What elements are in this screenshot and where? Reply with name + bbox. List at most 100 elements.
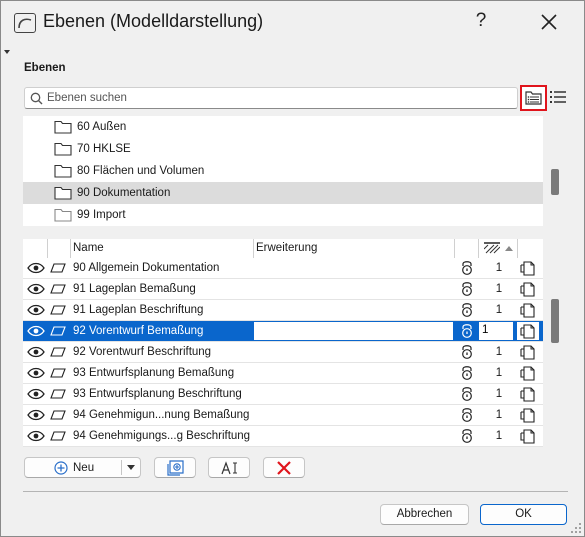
app-icon (14, 13, 36, 33)
layer-name: 94 Genehmigungs...g Beschriftung (73, 430, 251, 442)
lock-icon[interactable] (460, 428, 474, 443)
wireframe-solid-icon[interactable] (520, 303, 535, 318)
split-separator (121, 460, 122, 475)
new-layer-button[interactable]: Neu (24, 457, 141, 478)
folder-icon (54, 186, 72, 200)
folder-item[interactable]: 60 Außen (23, 116, 543, 138)
header-lock[interactable] (455, 239, 479, 258)
cancel-button[interactable]: Abbrechen (380, 504, 469, 525)
table-row[interactable]: 90 Allgemein Dokumentation 1 (23, 258, 543, 279)
eye-icon[interactable] (27, 367, 45, 379)
layer-name: 93 Entwurfsplanung Beschriftung (73, 388, 242, 400)
intersection-group-number[interactable]: 1 (491, 283, 507, 295)
folder-item[interactable]: 80 Flächen und Volumen (23, 160, 543, 182)
resize-grip-icon[interactable] (570, 522, 582, 534)
wireframe-solid-icon[interactable] (520, 324, 535, 339)
folder-label: 99 Import (77, 209, 126, 221)
add-to-folder-icon (167, 460, 184, 476)
eye-icon[interactable] (27, 262, 45, 274)
intersection-group-number[interactable]: 1 (491, 409, 507, 421)
search-icon (30, 92, 43, 105)
extension-field[interactable] (254, 322, 453, 340)
table-row[interactable]: 91 Lageplan Beschriftung 1 (23, 300, 543, 321)
chevron-down-icon[interactable] (127, 465, 135, 470)
lock-icon[interactable] (460, 281, 474, 296)
header-pen[interactable] (518, 239, 543, 258)
help-button[interactable]: ? (471, 10, 491, 32)
intersection-group-number[interactable]: 1 (491, 430, 507, 442)
wireframe-solid-icon[interactable] (520, 261, 535, 276)
list-icon (550, 91, 566, 103)
folder-label: 70 HKLSE (77, 143, 131, 155)
delete-x-icon (277, 461, 291, 475)
table-row-selected[interactable]: 92 Vorentwurf Bemaßung 1 (23, 321, 543, 342)
layer-table-scrollbar[interactable] (551, 299, 559, 343)
eye-icon[interactable] (27, 409, 45, 421)
layer-table: Name Erweiterung 90 Allgemein Dokumentat… (23, 239, 543, 447)
intersection-group-number[interactable]: 1 (491, 367, 507, 379)
new-layer-in-folder-button[interactable] (154, 457, 196, 478)
table-row[interactable]: 92 Vorentwurf Beschriftung 1 (23, 342, 543, 363)
folder-tree: 60 Außen 70 HKLSE 80 Flächen und Volumen… (23, 116, 543, 226)
ok-button[interactable]: OK (480, 504, 567, 525)
section-title: Ebenen (24, 62, 66, 74)
eye-icon[interactable] (27, 388, 45, 400)
table-row[interactable]: 93 Entwurfsplanung Beschriftung 1 (23, 384, 543, 405)
layer-plane-icon (50, 305, 66, 315)
header-visibility[interactable] (23, 239, 48, 258)
layer-name: 94 Genehmigun...nung Bemaßung (73, 409, 250, 421)
header-intersection-group[interactable] (479, 239, 518, 258)
search-box[interactable] (24, 87, 518, 109)
eye-icon[interactable] (27, 430, 45, 442)
lock-icon[interactable] (460, 260, 474, 275)
wireframe-solid-icon[interactable] (520, 366, 535, 381)
lock-icon[interactable] (460, 386, 474, 401)
collapse-arrow-icon[interactable] (4, 50, 10, 54)
lock-icon[interactable] (460, 302, 474, 317)
wireframe-solid-icon[interactable] (520, 408, 535, 423)
intersection-group-number[interactable]: 1 (491, 388, 507, 400)
folder-tree-scrollbar[interactable] (551, 169, 559, 195)
wireframe-solid-icon[interactable] (520, 345, 535, 360)
sort-ascending-icon (505, 246, 513, 251)
intersection-group-number[interactable]: 1 (491, 304, 507, 316)
wireframe-solid-icon[interactable] (520, 429, 535, 444)
layer-plane-icon (50, 284, 66, 294)
close-button[interactable] (537, 10, 561, 34)
header-type[interactable] (48, 239, 71, 258)
add-circle-icon (54, 461, 68, 475)
rename-layer-button[interactable] (208, 457, 250, 478)
layer-plane-icon (50, 263, 66, 273)
eye-icon[interactable] (27, 325, 45, 337)
eye-icon[interactable] (27, 283, 45, 295)
intersection-group-number[interactable]: 1 (491, 346, 507, 358)
list-view-button[interactable] (550, 90, 566, 107)
lock-icon[interactable] (460, 365, 474, 380)
intersection-group-field[interactable]: 1 (479, 322, 513, 340)
header-name-label: Name (73, 242, 104, 254)
eye-icon[interactable] (27, 346, 45, 358)
eye-icon[interactable] (27, 304, 45, 316)
folder-item[interactable]: 99 Import (23, 204, 543, 226)
folder-label: 80 Flächen und Volumen (77, 165, 205, 177)
layer-plane-icon (50, 347, 66, 357)
table-row[interactable]: 93 Entwurfsplanung Bemaßung 1 (23, 363, 543, 384)
folder-view-button[interactable] (520, 85, 547, 111)
table-row[interactable]: 94 Genehmigungs...g Beschriftung 1 (23, 426, 543, 447)
lock-icon[interactable] (460, 323, 474, 338)
header-extension[interactable]: Erweiterung (254, 239, 455, 258)
table-row[interactable]: 94 Genehmigun...nung Bemaßung 1 (23, 405, 543, 426)
wireframe-solid-icon[interactable] (520, 282, 535, 297)
search-input[interactable] (47, 90, 507, 106)
lock-icon[interactable] (460, 344, 474, 359)
folder-icon (54, 120, 72, 134)
layer-plane-icon (50, 431, 66, 441)
lock-icon[interactable] (460, 407, 474, 422)
folder-item-selected[interactable]: 90 Dokumentation (23, 182, 543, 204)
intersection-group-number[interactable]: 1 (491, 262, 507, 274)
table-row[interactable]: 91 Lageplan Bemaßung 1 (23, 279, 543, 300)
delete-layer-button[interactable] (263, 457, 305, 478)
folder-item[interactable]: 70 HKLSE (23, 138, 543, 160)
header-name[interactable]: Name (71, 239, 254, 258)
wireframe-solid-icon[interactable] (520, 387, 535, 402)
